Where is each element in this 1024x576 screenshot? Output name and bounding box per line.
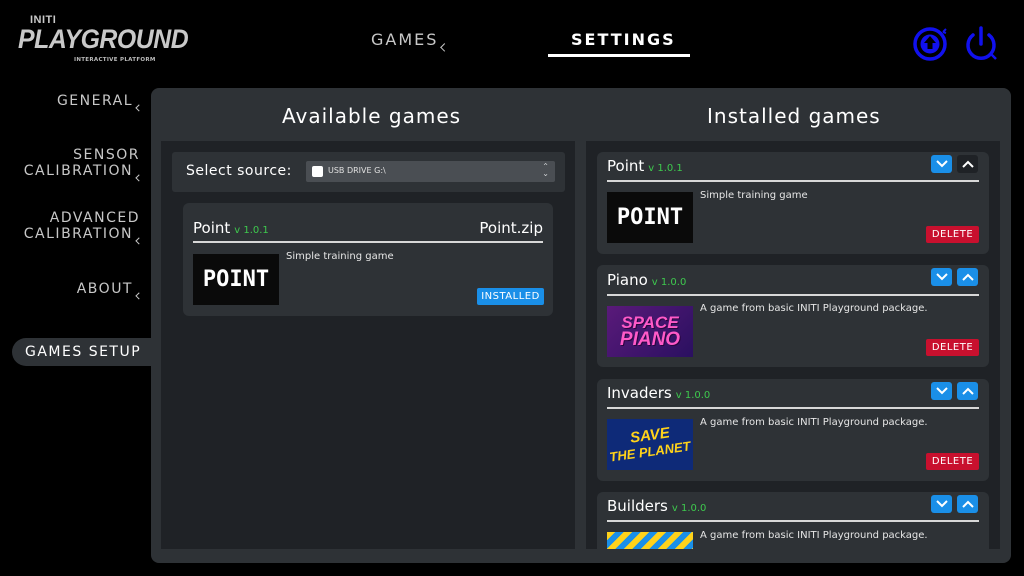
divider — [607, 180, 979, 182]
game-description: Simple training game — [286, 251, 394, 262]
game-thumbnail: SPACE PIANO — [607, 306, 693, 357]
available-game-card: Point v 1.0.1 Point.zip POINT Simple trai… — [183, 203, 553, 316]
sidebar-item-label: ABOUT — [76, 281, 133, 297]
move-down-button[interactable] — [931, 155, 952, 173]
source-selector-row: Select source: USB DRIVE G:\ ⌃ ⌄ — [172, 152, 565, 192]
tab-games[interactable]: GAMES — [371, 30, 450, 52]
game-name: Point — [607, 157, 645, 175]
delete-button[interactable]: DELETE — [926, 226, 979, 243]
game-version: v 1.0.0 — [671, 503, 707, 514]
sidebar-item-about[interactable]: ABOUT — [76, 281, 143, 300]
game-name-row: Piano v 1.0.0 — [607, 271, 686, 289]
game-name-row: Point v 1.0.1 — [193, 219, 269, 237]
chevron-down-icon — [935, 387, 948, 395]
game-version: v 1.0.0 — [651, 277, 687, 288]
chevron-up-icon — [961, 500, 974, 508]
power-icon[interactable] — [961, 24, 1001, 64]
delete-button[interactable]: DELETE — [926, 339, 979, 356]
tab-games-label: GAMES — [371, 30, 439, 49]
chevron-up-icon — [961, 273, 974, 281]
source-label: Select source: — [186, 163, 292, 179]
tab-settings[interactable]: SETTINGS — [571, 30, 676, 49]
sidebar-item-label: GAMES SETUP — [25, 344, 142, 360]
divider — [607, 520, 979, 522]
game-description: A game from basic INITI Playground packa… — [700, 417, 928, 428]
divider — [193, 241, 543, 243]
chevron-up-icon — [961, 160, 974, 168]
game-description: A game from basic INITI Playground packa… — [700, 303, 928, 314]
game-name-row: Invaders v 1.0.0 — [607, 384, 710, 402]
divider — [607, 294, 979, 296]
select-arrows-icon: ⌃ ⌄ — [542, 162, 549, 178]
game-thumbnail — [607, 532, 693, 549]
thumb-title-line2: PIANO — [619, 329, 681, 350]
game-name: Point — [193, 219, 231, 237]
source-value: USB DRIVE G:\ — [328, 166, 386, 175]
move-down-button[interactable] — [931, 382, 952, 400]
pointer-icon — [440, 43, 450, 52]
game-description: Simple training game — [700, 190, 808, 201]
tab-settings-underline — [548, 54, 690, 57]
installed-game-card: Point v 1.0.1 POINT Simple training game … — [597, 152, 989, 254]
pointer-icon — [135, 104, 143, 112]
game-name: Piano — [607, 271, 648, 289]
pointer-icon — [135, 174, 143, 182]
game-thumbnail: POINT — [193, 254, 279, 305]
logo-brand-main: PLAYGROUND — [18, 24, 189, 54]
game-name: Builders — [607, 497, 668, 515]
pointer-icon — [135, 237, 143, 245]
move-up-button[interactable] — [957, 268, 978, 286]
move-up-button[interactable] — [957, 382, 978, 400]
available-games-title: Available games — [282, 104, 462, 128]
sidebar-item-label: CALIBRATION — [23, 163, 133, 179]
installed-game-card: Builders v 1.0.0 A game from basic INITI … — [597, 492, 989, 549]
sidebar-item-general[interactable]: GENERAL — [56, 93, 143, 112]
game-file: Point.zip — [479, 219, 543, 237]
sidebar-item-games-setup[interactable]: GAMES SETUP — [12, 338, 151, 366]
sidebar-item-label: ADVANCED — [49, 210, 140, 226]
move-up-button[interactable] — [957, 155, 978, 173]
chevron-down-icon — [935, 160, 948, 168]
delete-button[interactable]: DELETE — [926, 453, 979, 470]
chevron-down-icon — [935, 273, 948, 281]
tab-settings-label: SETTINGS — [571, 30, 676, 49]
game-version: v 1.0.1 — [234, 225, 269, 236]
game-name: Invaders — [607, 384, 672, 402]
installed-games-title: Installed games — [707, 104, 881, 128]
game-version: v 1.0.1 — [648, 163, 683, 174]
game-description: A game from basic INITI Playground packa… — [700, 530, 928, 541]
game-name-row: Builders v 1.0.0 — [607, 497, 706, 515]
sidebar-item-sensor-calibration[interactable]: SENSOR CALIBRATION — [23, 147, 143, 182]
game-thumbnail: SAVE THE PLANET — [607, 419, 693, 470]
installed-games-list: Point v 1.0.1 POINT Simple training game … — [586, 141, 1000, 549]
installed-game-card: Invaders v 1.0.0 SAVE THE PLANET A game f… — [597, 379, 989, 481]
game-name-row: Point v 1.0.1 — [607, 157, 683, 175]
initi-playground-logo: INITI PLAYGROUND INTERACTIVE PLATFORM — [18, 14, 189, 66]
move-down-button[interactable] — [931, 495, 952, 513]
source-select[interactable]: USB DRIVE G:\ ⌃ ⌄ — [306, 161, 555, 182]
sidebar-item-label: GENERAL — [56, 93, 133, 109]
game-thumbnail: POINT — [607, 192, 693, 243]
move-down-button[interactable] — [931, 268, 952, 286]
game-version: v 1.0.0 — [675, 390, 711, 401]
pointer-icon — [135, 292, 143, 300]
installed-button[interactable]: INSTALLED — [477, 288, 544, 305]
divider — [607, 407, 979, 409]
sidebar-item-label: CALIBRATION — [23, 226, 133, 242]
drive-checkbox — [312, 166, 323, 177]
move-up-button[interactable] — [957, 495, 978, 513]
installed-game-card: Piano v 1.0.0 SPACE PIANO A game from bas… — [597, 265, 989, 367]
logo-brand-sub: INTERACTIVE PLATFORM — [74, 57, 156, 63]
chevron-up-icon — [961, 387, 974, 395]
chevron-down-icon — [935, 500, 948, 508]
sidebar-item-advanced-calibration[interactable]: ADVANCED CALIBRATION — [23, 210, 143, 245]
cloud-upload-icon[interactable] — [910, 24, 950, 64]
sidebar-item-label: SENSOR — [73, 147, 140, 163]
